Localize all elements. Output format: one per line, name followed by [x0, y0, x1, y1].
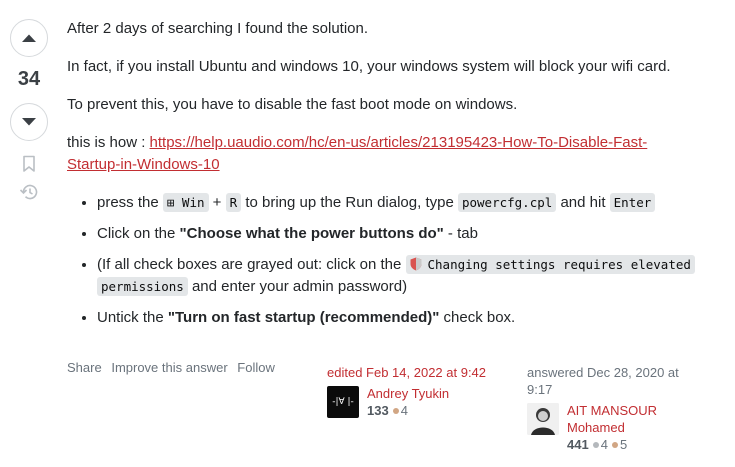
badge-count: 4	[400, 403, 408, 418]
user-name[interactable]: AIT MANSOUR Mohamed	[567, 402, 657, 436]
win-key: ⊞ Win	[162, 193, 209, 212]
vote-cell: 34	[10, 19, 50, 201]
reputation: 133	[367, 403, 389, 418]
inline-code: permissions	[97, 277, 188, 296]
caret-down-icon	[22, 118, 36, 126]
r-key: R	[225, 193, 242, 212]
inline-code: Changing settings requires elevated	[405, 255, 695, 274]
text: Untick the	[97, 309, 168, 326]
user-name-line1: AIT MANSOUR	[567, 403, 658, 418]
text: and enter your admin password)	[187, 278, 408, 295]
bronze-badge: 5	[611, 437, 628, 452]
answer-paragraph: To prevent this, you have to disable the…	[67, 96, 518, 113]
badge-count: 4	[600, 437, 608, 452]
answer-paragraph: After 2 days of searching I found the so…	[67, 20, 369, 37]
inline-code: powercfg.cpl	[457, 193, 557, 212]
text: - tab	[443, 225, 478, 242]
list-item: press the ⊞ Win + R to bring up the Run …	[97, 192, 727, 214]
editor-card: edited Feb 14, 2022 at 9:42 -|∀ |- Andre…	[327, 364, 517, 419]
text: to bring up the Run dialog, type	[241, 194, 458, 211]
shield-icon	[410, 257, 421, 271]
answer-paragraph: this is how : https://help.uaudio.com/hc…	[67, 132, 727, 176]
code-text: Changing settings requires elevated	[427, 257, 691, 272]
text: Click on the	[97, 225, 180, 242]
avatar[interactable]	[527, 403, 559, 435]
enter-key: Enter	[609, 193, 656, 212]
list-item: Untick the "Turn on fast startup (recomm…	[97, 307, 727, 329]
downvote-button[interactable]	[10, 103, 48, 141]
history-icon	[19, 184, 38, 200]
text: check box.	[439, 309, 516, 326]
text: (If all check boxes are grayed out: clic…	[97, 256, 406, 273]
avatar-photo	[527, 403, 559, 435]
edited-timestamp[interactable]: edited Feb 14, 2022 at 9:42	[327, 364, 517, 381]
list-item: (If all check boxes are grayed out: clic…	[97, 254, 727, 298]
avatar-text: -|∀ |-	[332, 397, 354, 407]
share-link[interactable]: Share	[67, 360, 102, 375]
upvote-button[interactable]	[10, 19, 48, 57]
link-text-part1: https://help.uaudio.com/hc/en-us/article…	[149, 134, 648, 151]
answer-paragraph: In fact, if you install Ubuntu and windo…	[67, 58, 671, 75]
follow-link[interactable]: Follow	[237, 360, 275, 375]
bold-text: "Choose what the power buttons do"	[179, 225, 444, 242]
vote-count: 34	[17, 68, 41, 90]
author-card: answered Dec 28, 2020 at 9:17 AIT MANSOUR…	[527, 364, 717, 454]
post-menu: Share Improve this answer Follow	[67, 360, 281, 375]
avatar[interactable]: -|∀ |-	[327, 386, 359, 418]
link-prefix: this is how :	[67, 134, 150, 151]
user-name[interactable]: Andrey Tyukin	[367, 385, 449, 402]
text: +	[208, 194, 226, 211]
user-name-line2: Mohamed	[567, 420, 625, 435]
help-article-link[interactable]: https://help.uaudio.com/hc/en-us/article…	[67, 134, 647, 173]
link-text-part2: Startup-in-Windows-10	[67, 156, 220, 173]
silver-badge: 4	[592, 437, 608, 452]
steps-list: press the ⊞ Win + R to bring up the Run …	[67, 192, 727, 329]
answer-body: After 2 days of searching I found the so…	[67, 18, 727, 338]
bold-text: "Turn on fast startup (recommended)"	[167, 309, 440, 326]
text: press the	[97, 194, 163, 211]
bronze-dot-icon	[611, 442, 618, 448]
timestamp-line1: answered Dec 28, 2020 at	[527, 365, 679, 380]
bronze-dot-icon	[392, 408, 399, 414]
improve-answer-link[interactable]: Improve this answer	[111, 360, 227, 375]
answered-timestamp[interactable]: answered Dec 28, 2020 at 9:17	[527, 364, 717, 398]
reputation: 441	[567, 437, 589, 452]
list-item: Click on the "Choose what the power butt…	[97, 223, 727, 245]
text: and hit	[556, 194, 610, 211]
bronze-badge: 4	[392, 403, 408, 418]
bookmark-button[interactable]	[10, 155, 48, 173]
bookmark-icon	[23, 155, 35, 172]
timestamp-line2: 9:17	[527, 382, 553, 397]
caret-up-icon	[22, 34, 36, 42]
badge-count: 5	[619, 437, 628, 452]
silver-dot-icon	[592, 442, 599, 448]
timeline-button[interactable]	[10, 183, 48, 201]
